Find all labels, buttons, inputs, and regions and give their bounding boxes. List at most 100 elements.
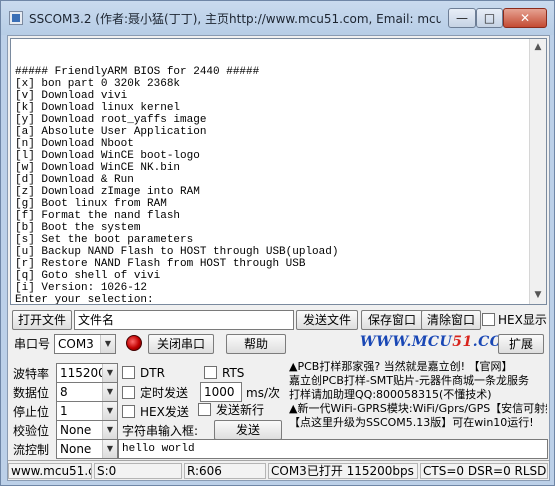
port-label: 串口号 (14, 337, 51, 351)
console-line: [y] Download root_yaffs image (15, 114, 207, 126)
console-line: [w] Download WinCE NK.bin (15, 162, 181, 174)
flow-select-value: None (60, 442, 92, 456)
flow-select[interactable]: None ▼ (56, 439, 118, 459)
ad-line[interactable]: 嘉立创PCB打样-SMT贴片-元器件商城一条龙服务 (289, 374, 547, 388)
baud-select-value: 115200 (60, 366, 106, 380)
console-line: [a] Absolute User Application (15, 126, 207, 138)
console-line: [k] Download linux kernel (15, 102, 181, 114)
parity-label: 校验位 (13, 424, 50, 438)
console-line: [z] Download zImage into RAM (15, 186, 200, 198)
status-received: R:606 (184, 463, 266, 479)
timed-send-checkbox[interactable] (122, 386, 135, 399)
console-line: [l] Download WinCE boot-logo (15, 150, 200, 162)
status-site[interactable]: www.mcu51.cor (8, 463, 92, 479)
close-port-button[interactable]: 关闭串口 (148, 334, 214, 354)
console-line: [u] Backup NAND Flash to HOST through US… (15, 246, 339, 258)
console-line: [d] Download & Run (15, 174, 134, 186)
file-name-field[interactable]: 文件名 (74, 310, 294, 330)
rts-checkbox[interactable] (204, 366, 217, 379)
stopbits-select-value: 1 (60, 404, 68, 418)
port-status-led-icon (126, 335, 142, 351)
stopbits-select[interactable]: 1 ▼ (56, 401, 118, 421)
ad-line[interactable]: ▲新一代WiFi-GPRS模块:WiFi/Gprs/GPS【安信可射频模组】 (289, 402, 547, 416)
input-label: 字符串输入框: (122, 424, 199, 438)
ad-panel[interactable]: ▲PCB打样那家强? 当然就是嘉立创! 【官网】 嘉立创PCB打样-SMT贴片-… (289, 360, 547, 428)
console-line: [v] Download vivi (15, 90, 128, 102)
status-signals: CTS=0 DSR=0 RLSD (420, 463, 548, 479)
console-line: [r] Restore NAND Flash from HOST through… (15, 258, 306, 270)
console-line: ##### FriendlyARM BIOS for 2440 ##### (15, 66, 260, 78)
receive-console[interactable]: ##### FriendlyARM BIOS for 2440 ##### [x]… (10, 38, 547, 305)
console-line: Enter your selection: (15, 294, 154, 305)
string-input[interactable]: hello world (118, 439, 548, 459)
interval-unit-label: ms/次 (246, 386, 280, 400)
save-window-button[interactable]: 保存窗口 (361, 310, 423, 330)
console-line: [f] Format the nand flash (15, 210, 181, 222)
chevron-down-icon: ▼ (102, 440, 117, 458)
hex-display-label: HEX显示 (498, 313, 547, 327)
databits-select[interactable]: 8 ▼ (56, 382, 118, 402)
console-line: [i] Version: 1026-12 (15, 282, 148, 294)
logo-accent: 51 (452, 334, 473, 350)
stopbits-label: 停止位 (13, 405, 50, 419)
maximize-button[interactable]: □ (476, 8, 503, 28)
status-bar: www.mcu51.cor S:0 R:606 COM3已打开 115200bp… (8, 460, 549, 480)
console-line: [n] Download Nboot (15, 138, 134, 150)
databits-label: 数据位 (13, 386, 50, 400)
console-line: [q] Goto shell of vivi (15, 270, 161, 282)
dtr-label: DTR (140, 366, 165, 380)
parity-select-value: None (60, 423, 92, 437)
app-window: SSCOM3.2 (作者:聂小猛(丁丁), 主页http://www.mcu51… (0, 0, 555, 486)
mcu51-logo: WWW.MCU51.COM (360, 334, 518, 354)
parity-select[interactable]: None ▼ (56, 420, 118, 440)
ad-line[interactable]: 【点这里升级为SSCOM5.13版】可在win10运行! (289, 416, 547, 428)
vertical-scrollbar[interactable]: ▲ ▼ (529, 39, 546, 304)
timed-send-label: 定时发送 (140, 386, 189, 400)
hex-display-checkbox[interactable] (482, 313, 495, 326)
port-select-value: COM3 (58, 337, 94, 351)
minimize-button[interactable]: — (448, 8, 476, 28)
open-file-button[interactable]: 打开文件 (12, 310, 72, 330)
ad-line[interactable]: ▲PCB打样那家强? 当然就是嘉立创! 【官网】 (289, 360, 547, 374)
scroll-up-icon[interactable]: ▲ (530, 39, 546, 56)
dtr-checkbox[interactable] (122, 366, 135, 379)
console-line: [x] bon part 0 320k 2368k (15, 78, 181, 90)
main-panel: ##### FriendlyARM BIOS for 2440 ##### [x]… (7, 35, 550, 481)
send-button[interactable]: 发送 (214, 420, 282, 440)
hex-send-label: HEX发送 (140, 405, 189, 419)
send-newline-checkbox[interactable] (198, 403, 211, 416)
help-button[interactable]: 帮助 (226, 334, 286, 354)
window-title: SSCOM3.2 (作者:聂小猛(丁丁), 主页http://www.mcu51… (29, 12, 441, 26)
baud-select[interactable]: 115200 ▼ (56, 363, 118, 383)
title-bar[interactable]: SSCOM3.2 (作者:聂小猛(丁丁), 主页http://www.mcu51… (1, 1, 554, 35)
scroll-down-icon[interactable]: ▼ (530, 287, 546, 304)
chevron-down-icon: ▼ (102, 421, 117, 439)
databits-select-value: 8 (60, 385, 68, 399)
send-newline-label: 发送新行 (216, 403, 265, 417)
chevron-down-icon: ▼ (102, 383, 117, 401)
clear-window-button[interactable]: 清除窗口 (421, 310, 481, 330)
console-line: [s] Set the boot parameters (15, 234, 194, 246)
chevron-down-icon: ▼ (102, 402, 117, 420)
baud-label: 波特率 (13, 367, 50, 381)
logo-main: WWW.MCU (360, 334, 453, 350)
expand-button[interactable]: 扩展 (498, 334, 544, 354)
chevron-down-icon: ▼ (100, 335, 115, 353)
console-line: [g] Boot linux from RAM (15, 198, 167, 210)
chevron-down-icon: ▼ (102, 364, 117, 382)
send-file-button[interactable]: 发送文件 (296, 310, 358, 330)
close-button[interactable]: ✕ (503, 8, 547, 28)
console-output: ##### FriendlyARM BIOS for 2440 ##### [x]… (15, 42, 527, 305)
rts-label: RTS (222, 366, 245, 380)
app-icon (9, 11, 23, 25)
flow-label: 流控制 (13, 443, 50, 457)
port-select[interactable]: COM3 ▼ (54, 334, 116, 354)
console-line: [b] Boot the system (15, 222, 141, 234)
hex-send-checkbox[interactable] (122, 405, 135, 418)
status-sent: S:0 (94, 463, 182, 479)
status-port-state: COM3已打开 115200bps (268, 463, 418, 479)
interval-input[interactable]: 1000 (200, 382, 242, 402)
ad-line[interactable]: 打样请加助理QQ:800058315(不懂技术) (289, 388, 547, 402)
